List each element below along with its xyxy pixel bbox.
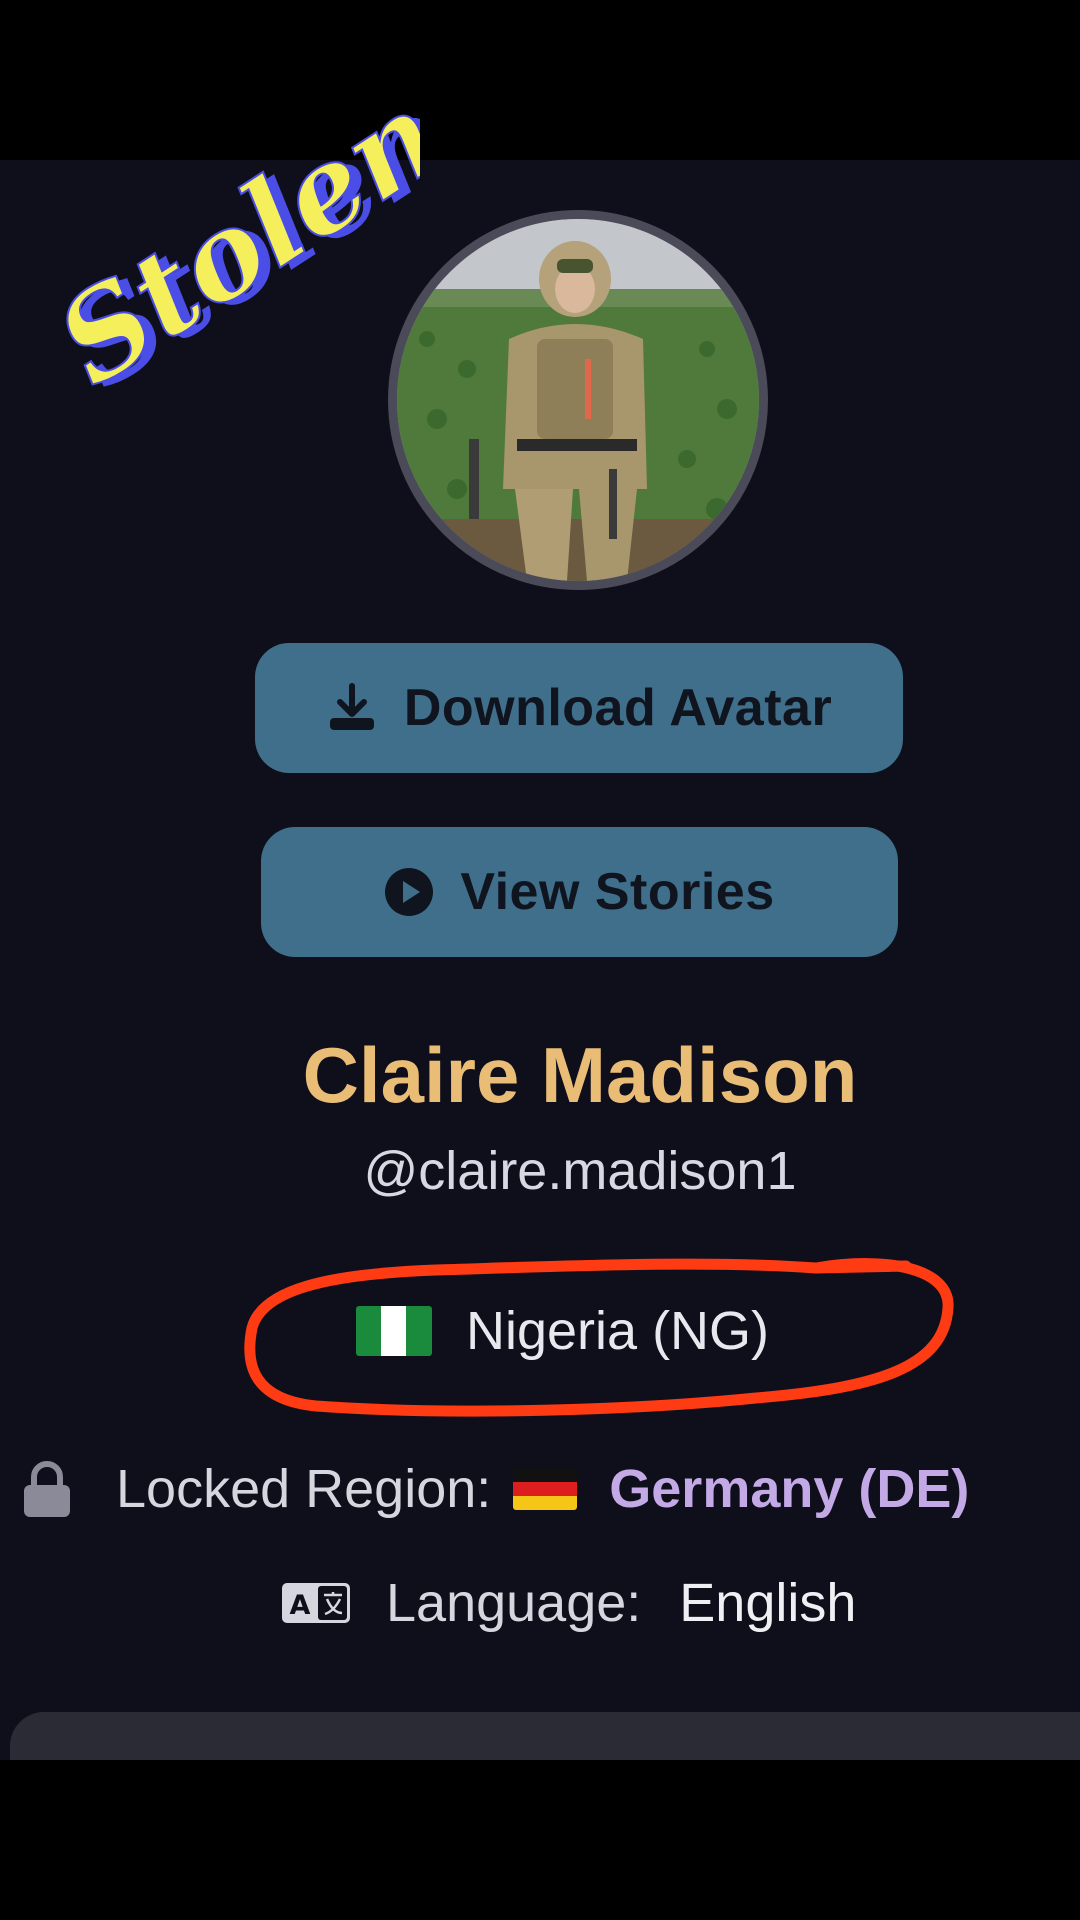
locked-region-label: Locked Region:: [116, 1459, 492, 1519]
download-icon: [326, 682, 378, 734]
bottom-card: [10, 1712, 1080, 1760]
locked-region-value: Germany (DE): [609, 1459, 970, 1519]
lock-icon: [20, 1459, 74, 1519]
username: @claire.madison1: [363, 1141, 797, 1201]
language-value: English: [679, 1573, 857, 1633]
germany-flag-icon: [513, 1468, 578, 1510]
avatar-photo: [397, 219, 759, 581]
view-stories-button[interactable]: View Stories: [261, 827, 898, 957]
language-label: Language:: [386, 1573, 642, 1633]
download-avatar-label: Download Avatar: [403, 679, 833, 737]
view-stories-label: View Stories: [460, 863, 775, 921]
svg-text:A: A: [290, 1590, 311, 1621]
translate-icon: A: [282, 1583, 350, 1623]
language-row: A Language: English: [282, 1572, 856, 1634]
download-avatar-button[interactable]: Download Avatar: [255, 643, 903, 773]
locked-region-row: Locked Region: Germany (DE): [20, 1458, 969, 1520]
display-name: Claire Madison: [302, 1031, 858, 1119]
profile-avatar[interactable]: [388, 210, 768, 590]
screen: Stolen Stolen Download Avatar View Stori…: [0, 0, 1080, 1920]
play-circle-icon: [384, 867, 434, 917]
annotation-circle: [244, 1258, 954, 1417]
stolen-watermark: Stolen Stolen: [40, 100, 420, 400]
